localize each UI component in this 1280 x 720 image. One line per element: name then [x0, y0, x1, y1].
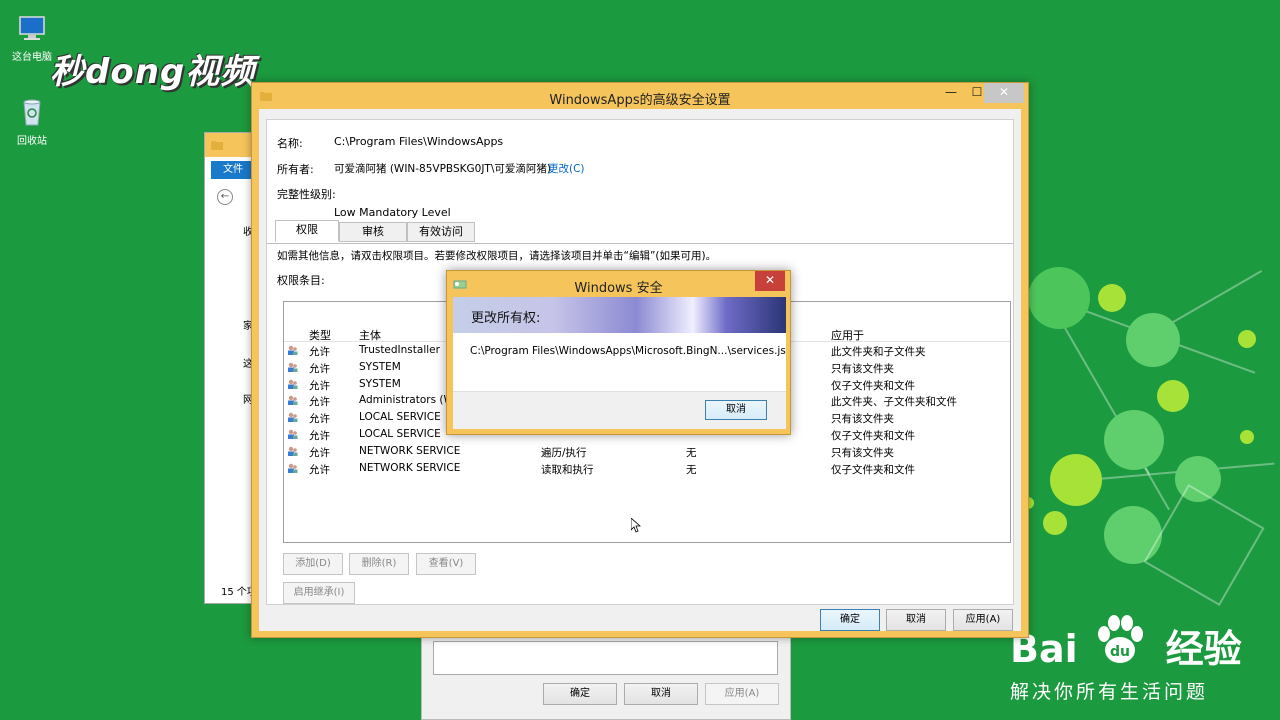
dialog-footer: 取消 [453, 391, 786, 429]
dialog-title: Windows 安全 [574, 281, 663, 296]
cell-principal: SYSTEM [359, 360, 401, 373]
table-row[interactable]: 允许 NETWORK SERVICE 读取和执行 无 仅子文件夹和文件 [284, 460, 1010, 477]
integrity-value: Low Mandatory Level [334, 206, 453, 219]
baidu-jingyan-brand: Bai 经验 解决你所有生活问题 [1010, 618, 1250, 704]
cancel-button[interactable]: 取消 [624, 683, 698, 705]
users-icon [288, 412, 298, 423]
info-text: 如需其他信息，请双击权限项目。若要修改权限项目，请选择该项目并单击“编辑”(如果… [277, 250, 717, 262]
computer-icon [19, 16, 45, 40]
table-row[interactable]: 允许 NETWORK SERVICE 遍历/执行 无 只有该文件夹 [284, 443, 1010, 460]
cancel-button[interactable]: 取消 [705, 400, 767, 420]
ok-button[interactable]: 确定 [543, 683, 617, 705]
cell-applies: 此文件夹、子文件夹和文件 [831, 396, 957, 409]
cell-type: 允许 [309, 379, 330, 392]
entries-label: 权限条目: [277, 274, 325, 287]
cell-applies: 只有该文件夹 [831, 413, 894, 426]
column-applies-to[interactable]: 应用于 [831, 327, 864, 343]
cell-type: 允许 [309, 346, 330, 358]
users-icon [288, 446, 298, 456]
column-principal[interactable]: 主体 [359, 327, 381, 343]
baidu-slogan: 解决你所有生活问题 [1010, 681, 1209, 703]
dialog-body: 更改所有权: C:\Program Files\WindowsApps\Micr… [453, 297, 786, 429]
cell-type: 允许 [309, 396, 330, 409]
recycle-bin-icon [23, 99, 41, 126]
view-button[interactable]: 查看(V) [416, 553, 476, 575]
cell-applies: 只有该文件夹 [831, 446, 894, 459]
tab-permissions[interactable]: 权限 [275, 220, 339, 242]
window-titlebar: WindowsApps的高级安全设置 — ☐ ✕ [252, 83, 1028, 109]
users-icon [288, 463, 298, 473]
cell-inherited: 无 [686, 446, 697, 459]
cell-principal: NETWORK SERVICE [359, 444, 461, 457]
integrity-label: 完整性级别: [277, 188, 336, 201]
mouse-cursor-icon [631, 518, 641, 533]
window-title: WindowsApps的高级安全设置 [549, 93, 731, 108]
users-icon [288, 429, 298, 439]
cell-inherited: 无 [686, 463, 697, 476]
name-label: 名称: [277, 137, 303, 150]
cell-access: 遍历/执行 [541, 446, 587, 459]
close-button[interactable]: ✕ [755, 271, 785, 291]
apply-button[interactable]: 应用(A) [705, 683, 779, 705]
cell-applies: 仅子文件夹和文件 [831, 379, 915, 392]
column-type[interactable]: 类型 [309, 327, 331, 343]
tab-effective-access[interactable]: 有效访问 [407, 222, 475, 242]
enable-inheritance-button[interactable]: 启用继承(I) [283, 582, 355, 604]
jingyan-text: 经验 [1165, 627, 1242, 671]
owner-label: 所有者: [277, 163, 314, 176]
cell-principal: NETWORK SERVICE [359, 461, 461, 474]
cell-type: 允许 [309, 362, 330, 375]
miaodong-logo: 秒dong视频 [50, 52, 256, 92]
desktop-icon-label: 回收站 [17, 136, 47, 147]
cancel-button[interactable]: 取消 [886, 609, 946, 631]
cell-principal: LOCAL SERVICE [359, 411, 441, 424]
users-icon [288, 345, 298, 355]
cell-access: 读取和执行 [541, 463, 594, 476]
add-button[interactable]: 添加(D) [283, 553, 343, 575]
users-icon [288, 379, 298, 389]
ok-button[interactable]: 确定 [820, 609, 880, 631]
details-textbox [433, 641, 778, 675]
close-button[interactable]: ✕ [984, 83, 1024, 103]
back-button[interactable]: ← [217, 189, 233, 205]
apply-button[interactable]: 应用(A) [953, 609, 1013, 631]
cell-type: 允许 [309, 430, 330, 442]
folder-icon [211, 141, 223, 150]
owner-value: 可爱滴阿猪 (WIN-85VPBSKG0JT\可爱滴阿猪) [334, 163, 551, 175]
minimize-button[interactable]: — [938, 83, 964, 103]
cell-applies: 只有该文件夹 [831, 362, 894, 375]
name-value: C:\Program Files\WindowsApps [334, 135, 504, 148]
cell-applies: 仅子文件夹和文件 [831, 463, 915, 476]
users-icon [288, 396, 298, 406]
cell-applies: 仅子文件夹和文件 [831, 430, 915, 442]
dialog-banner: 更改所有权: [453, 297, 786, 333]
dialog-heading: 更改所有权: [471, 311, 541, 326]
file-tab[interactable]: 文件 [211, 161, 255, 179]
change-owner-link[interactable]: 更改(C) [548, 161, 585, 176]
progress-file-path: C:\Program Files\WindowsApps\Microsoft.B… [470, 345, 786, 357]
desktop-icon-recycle-bin[interactable]: 回收站 [0, 96, 64, 147]
tab-content-divider [267, 243, 1013, 244]
tab-auditing[interactable]: 审核 [339, 222, 407, 242]
cell-principal: TrustedInstaller [359, 344, 440, 356]
cell-applies: 此文件夹和子文件夹 [831, 346, 926, 358]
cell-type: 允许 [309, 446, 330, 459]
cell-type: 允许 [309, 463, 330, 476]
desktop-icon-label: 这台电脑 [12, 52, 52, 63]
properties-dialog-back: 确定 取消 应用(A) [421, 636, 791, 720]
windows-security-dialog: Windows 安全 ✕ 更改所有权: C:\Program Files\Win… [446, 270, 791, 435]
cell-principal: LOCAL SERVICE [359, 428, 441, 440]
cell-principal: SYSTEM [359, 377, 401, 390]
remove-button[interactable]: 删除(R) [349, 553, 409, 575]
users-icon [288, 362, 298, 372]
cell-type: 允许 [309, 413, 330, 426]
